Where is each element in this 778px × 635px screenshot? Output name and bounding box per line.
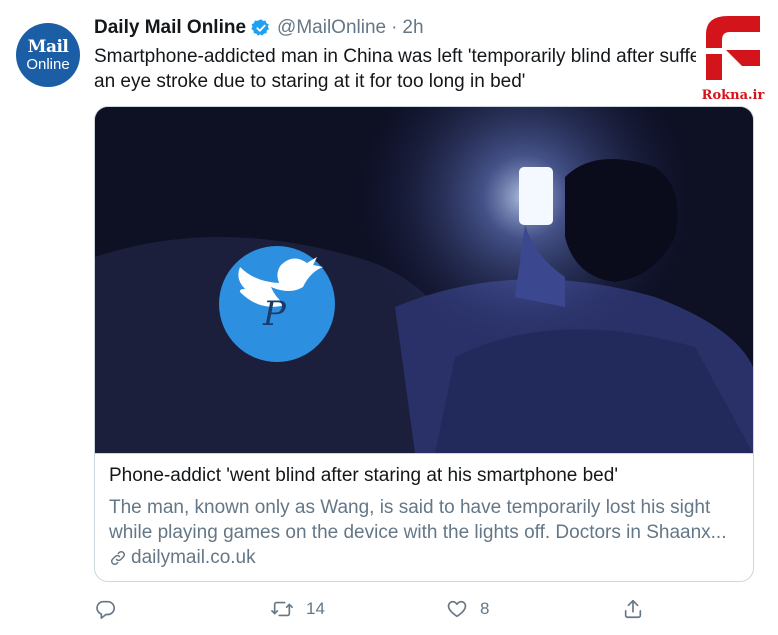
tweet-header: Daily Mail Online @MailOnline · 2h	[94, 14, 424, 42]
separator-dot: ·	[391, 17, 398, 38]
share-button[interactable]	[622, 598, 656, 620]
link-icon	[110, 550, 126, 566]
retweet-button[interactable]: 14	[270, 598, 325, 620]
card-domain[interactable]: dailymail.co.uk	[109, 547, 256, 569]
avatar-line1: Mail	[27, 36, 69, 57]
card-image[interactable]: P	[95, 107, 753, 453]
link-card[interactable]: P Phone-addict 'went blind after staring…	[94, 106, 754, 582]
display-name[interactable]: Daily Mail Online	[94, 17, 246, 39]
card-photo: P	[95, 107, 753, 453]
action-bar: 14 8	[94, 598, 754, 626]
verified-badge-icon	[251, 19, 269, 36]
reply-button[interactable]	[94, 598, 128, 620]
reply-icon	[96, 600, 115, 619]
avatar-line2: Online	[26, 55, 70, 73]
rokna-watermark: Rokna.ir	[690, 4, 774, 114]
timestamp[interactable]: 2h	[402, 17, 423, 39]
svg-text:P: P	[262, 294, 287, 334]
card-description: The man, known only as Wang, is said to …	[109, 495, 749, 545]
card-divider	[95, 453, 753, 454]
retweet-icon	[271, 601, 293, 617]
card-description-line: while playing games on the device with t…	[109, 522, 727, 543]
avatar[interactable]: Mail Online	[16, 23, 80, 87]
card-domain-text: dailymail.co.uk	[131, 547, 256, 568]
like-button[interactable]: 8	[446, 598, 489, 620]
like-icon	[447, 600, 467, 618]
card-description-line: The man, known only as Wang, is said to …	[109, 497, 711, 518]
tweet-text-line: Smartphone-addicted man in China was lef…	[94, 46, 707, 67]
tweet: Mail Online Daily Mail Online @MailOnlin…	[0, 0, 778, 635]
like-count: 8	[480, 599, 490, 618]
share-icon	[624, 599, 642, 619]
retweet-count: 14	[306, 599, 325, 618]
tweet-text: Smartphone-addicted man in China was lef…	[94, 44, 714, 94]
tweet-text-line: an eye stroke due to staring at it for t…	[94, 71, 526, 92]
rokna-logo	[696, 8, 768, 86]
card-title[interactable]: Phone-addict 'went blind after staring a…	[109, 465, 618, 487]
rokna-text: Rokna.ir	[701, 88, 765, 103]
handle[interactable]: @MailOnline	[277, 17, 386, 39]
